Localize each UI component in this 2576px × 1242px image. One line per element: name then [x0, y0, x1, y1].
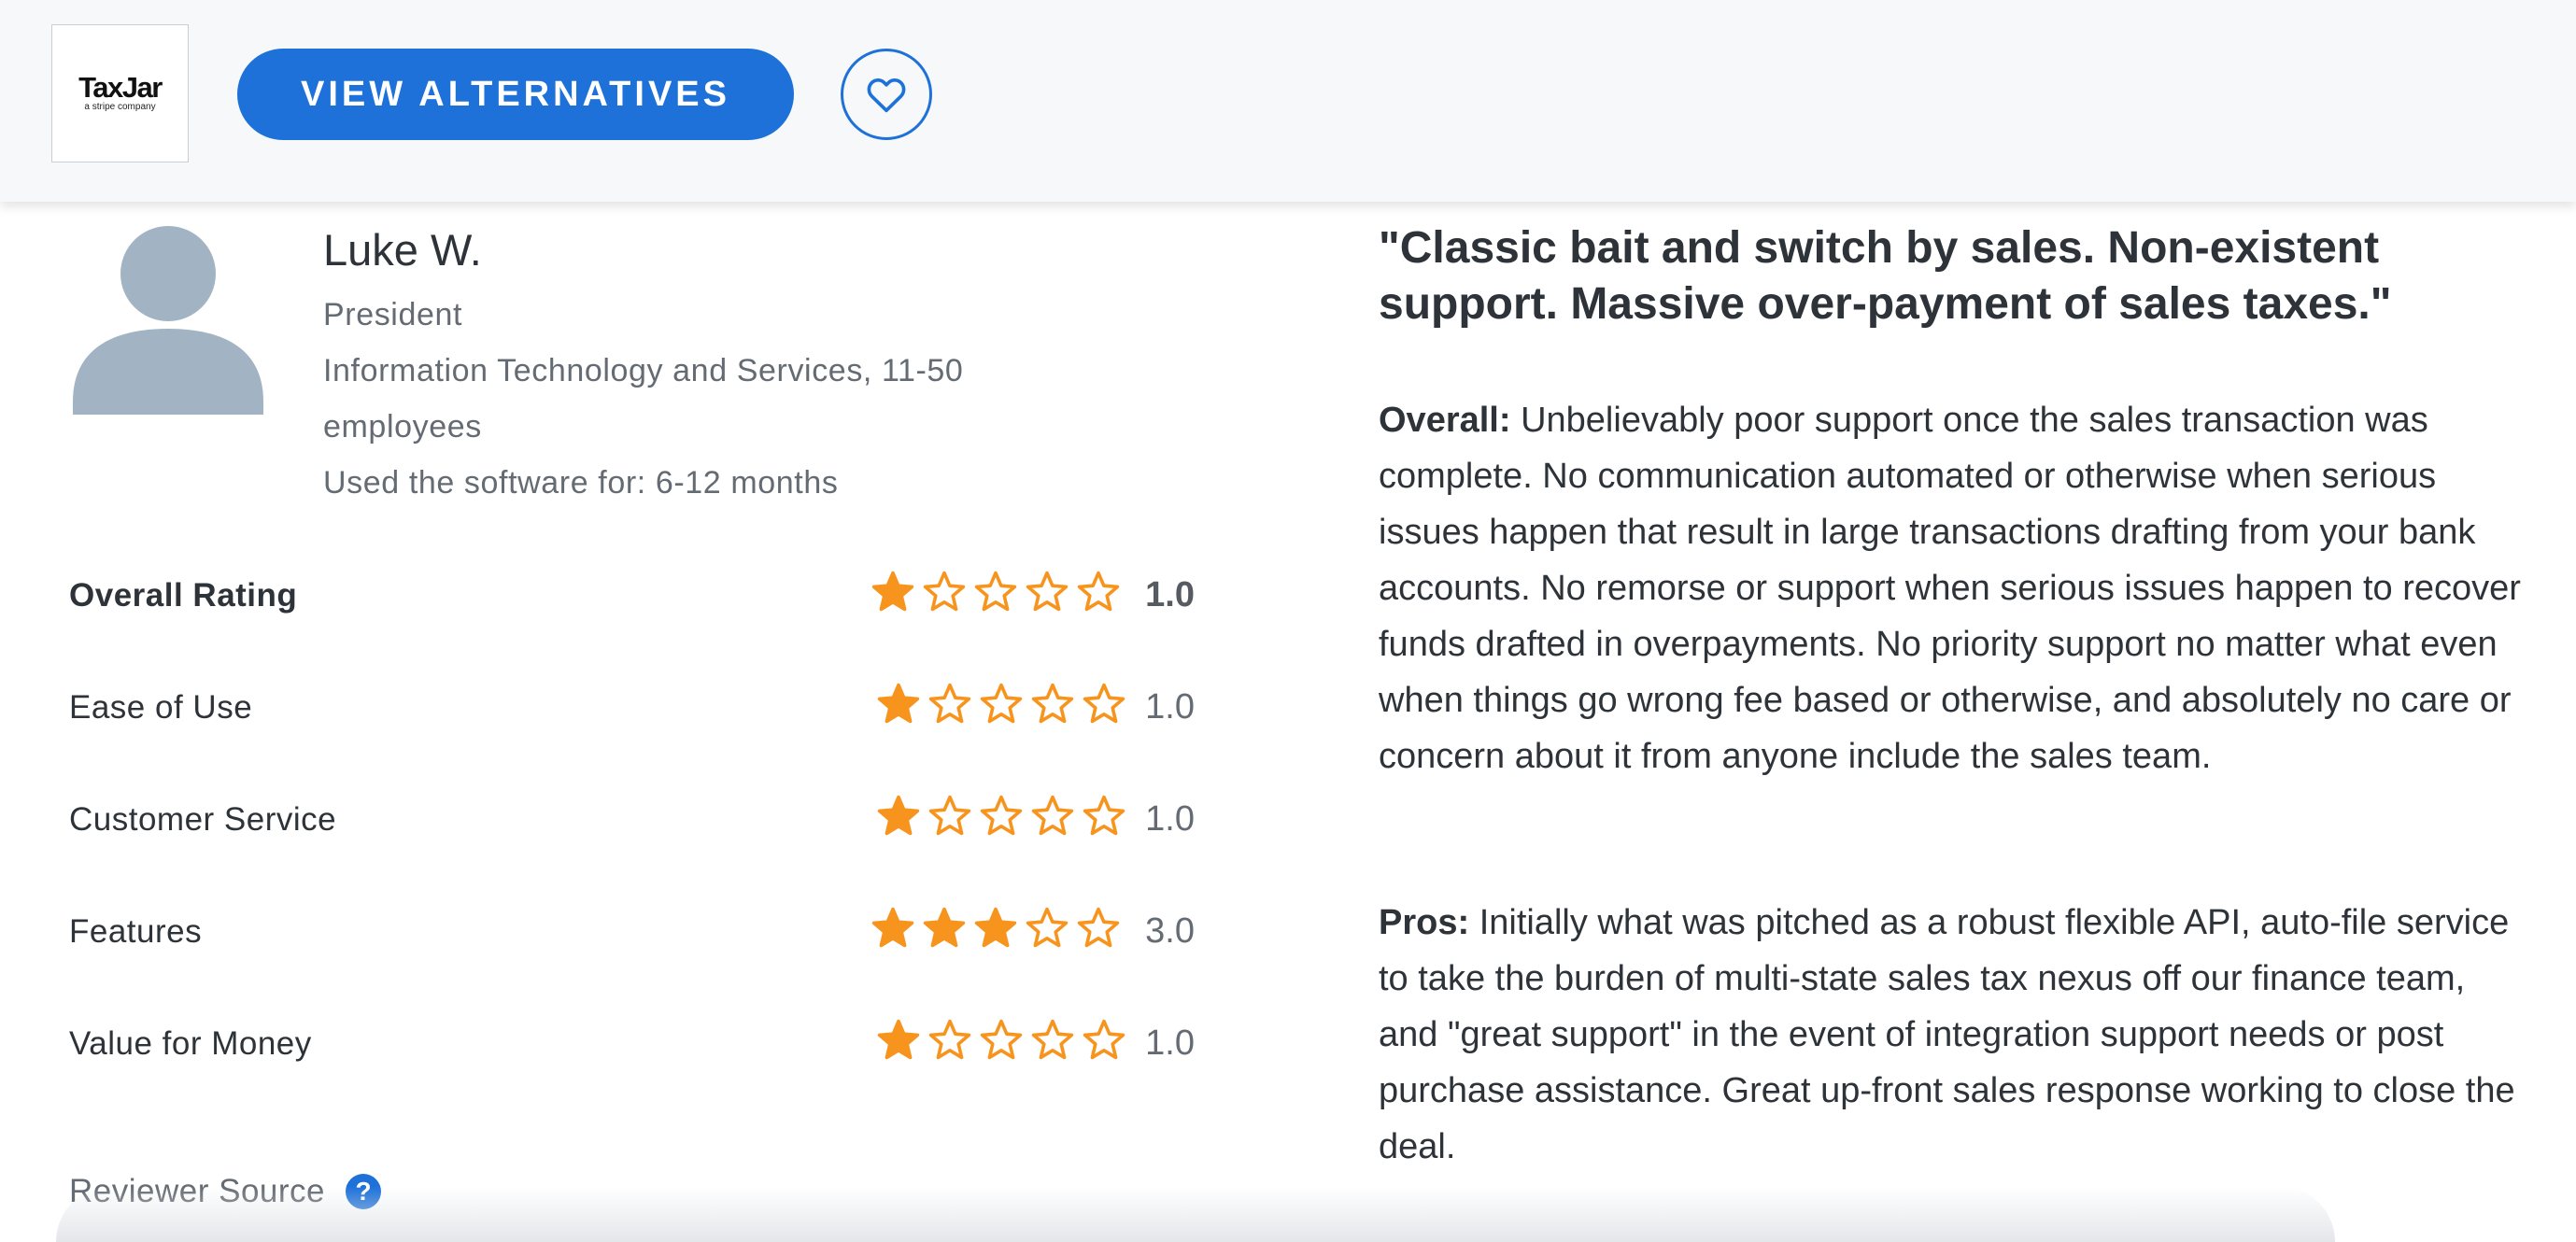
- rating-row: Value for Money 1.0: [69, 1018, 1195, 1074]
- review-title: "Classic bait and switch by sales. Non-e…: [1379, 223, 2392, 329]
- rating-label: Overall Rating: [69, 577, 298, 614]
- rating-row: Ease of Use 1.0: [69, 682, 1195, 738]
- star-filled-icon: [877, 1019, 920, 1060]
- star-empty-icon: [974, 571, 1017, 612]
- logo-name: TaxJar: [78, 71, 163, 104]
- star-filled-icon: [923, 907, 966, 948]
- star-empty-icon: [1031, 1019, 1074, 1060]
- star-rating: [870, 570, 1127, 614]
- star-empty-icon: [928, 683, 971, 724]
- rating-value: 3.0: [1145, 911, 1195, 951]
- rating-value: 1.0: [1145, 687, 1195, 727]
- star-empty-icon: [928, 795, 971, 836]
- star-empty-icon: [980, 683, 1023, 724]
- star-empty-icon: [980, 1019, 1023, 1060]
- overall-label: Overall:: [1379, 401, 1511, 440]
- star-filled-icon: [877, 683, 920, 724]
- star-filled-icon: [974, 907, 1017, 948]
- star-empty-icon: [1077, 907, 1120, 948]
- reviewer-name: Luke W.: [323, 225, 482, 275]
- star-empty-icon: [1083, 795, 1125, 836]
- user-avatar-icon: [73, 226, 263, 415]
- review-overall: Overall: Unbelievably poor support once …: [1379, 392, 2527, 784]
- product-logo[interactable]: TaxJar a stripe company: [51, 24, 189, 162]
- star-empty-icon: [1026, 571, 1069, 612]
- star-empty-icon: [980, 795, 1023, 836]
- review-pros: Pros: Initially what was pitched as a ro…: [1379, 895, 2527, 1175]
- star-empty-icon: [1083, 1019, 1125, 1060]
- heart-icon: [867, 78, 906, 113]
- logo-subtitle: a stripe company: [84, 102, 156, 112]
- star-filled-icon: [871, 907, 914, 948]
- view-alternatives-button[interactable]: VIEW ALTERNATIVES: [237, 49, 794, 140]
- star-empty-icon: [1026, 907, 1069, 948]
- rating-value: 1.0: [1145, 1023, 1195, 1063]
- reviewer-usage: Used the software for: 6-12 months: [323, 465, 839, 501]
- star-filled-icon: [877, 795, 920, 836]
- star-empty-icon: [1077, 571, 1120, 612]
- rating-label: Customer Service: [69, 801, 337, 838]
- reviewer-title: President: [323, 297, 463, 332]
- star-rating: [870, 906, 1127, 951]
- rating-row: Customer Service 1.0: [69, 794, 1195, 850]
- reviewer-company-size: employees: [323, 409, 482, 445]
- star-empty-icon: [928, 1019, 971, 1060]
- star-filled-icon: [871, 571, 914, 612]
- top-bar: TaxJar a stripe company VIEW ALTERNATIVE…: [0, 0, 2576, 202]
- rating-row: Features 3.0: [69, 906, 1195, 962]
- star-rating: [876, 794, 1133, 839]
- bottom-fade: [56, 1186, 2335, 1242]
- rating-value: 1.0: [1145, 575, 1195, 614]
- overall-text: Unbelievably poor support once the sales…: [1379, 401, 2521, 776]
- star-empty-icon: [1031, 795, 1074, 836]
- rating-row: Overall Rating 1.0: [69, 570, 1195, 626]
- rating-label: Value for Money: [69, 1025, 312, 1062]
- star-empty-icon: [923, 571, 966, 612]
- star-rating: [876, 1018, 1133, 1063]
- rating-value: 1.0: [1145, 799, 1195, 839]
- pros-label: Pros:: [1379, 903, 1470, 942]
- reviewer-industry: Information Technology and Services, 11-…: [323, 353, 964, 388]
- rating-label: Features: [69, 913, 203, 950]
- pros-text: Initially what was pitched as a robust f…: [1379, 903, 2515, 1166]
- star-rating: [876, 682, 1133, 727]
- rating-label: Ease of Use: [69, 689, 253, 726]
- star-empty-icon: [1031, 683, 1074, 724]
- star-empty-icon: [1083, 683, 1125, 724]
- favorite-button[interactable]: [841, 49, 932, 140]
